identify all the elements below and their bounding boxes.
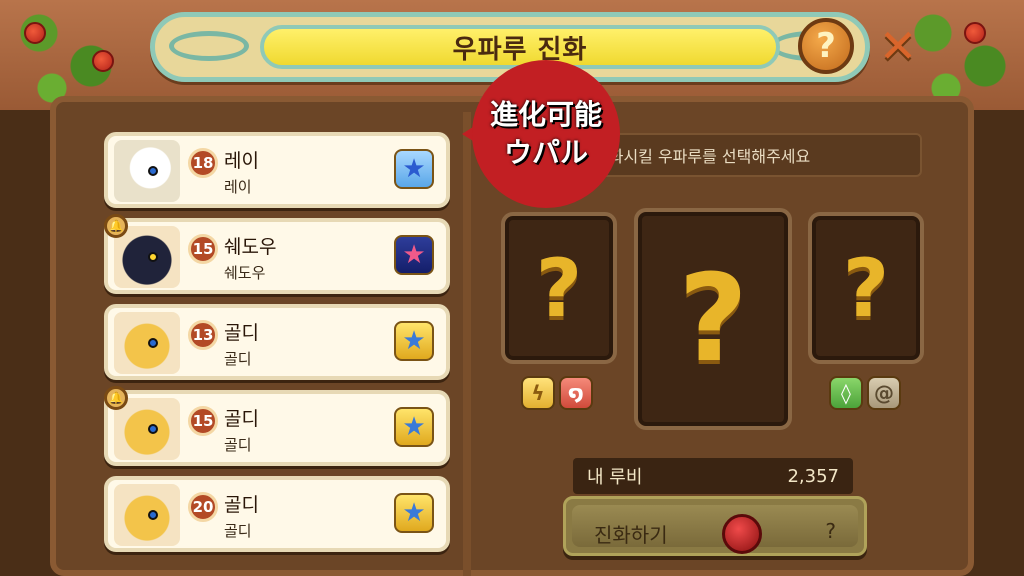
help-button[interactable]: ? (798, 18, 854, 74)
star-rank-icon: ★ (394, 235, 434, 275)
creature-eye (148, 166, 158, 176)
rose-icon (92, 50, 114, 72)
level-badge: 13 (188, 320, 218, 350)
callout-line-1: 進化可能 (489, 98, 602, 131)
ruby-label: 내 루비 (587, 467, 643, 488)
creature-card[interactable]: 13 골디 골디 ★ (104, 304, 450, 380)
creature-species: 골디 (224, 350, 252, 368)
creature-species: 레이 (224, 178, 252, 196)
creature-card[interactable]: 18 레이 레이 ★ (104, 132, 450, 208)
evolve-cost: ? (825, 519, 836, 543)
evolve-button-face: 진화하기 ? (572, 505, 858, 554)
level-badge: 15 (188, 406, 218, 436)
creature-eye (148, 510, 158, 520)
creature-card[interactable]: 20 골디 골디 ★ (104, 476, 450, 552)
evolve-button[interactable]: 진화하기 ? (563, 496, 867, 556)
creature-species: 골디 (224, 522, 252, 540)
creature-name: 골디 (224, 322, 259, 344)
creature-eye (148, 252, 158, 262)
bell-icon: 🔔 (104, 386, 128, 410)
instruction-text: 진화시킬 우파루를 선택해주세요 (594, 147, 811, 166)
level-badge: 18 (188, 148, 218, 178)
callout-bubble: 進化可能 ウパル (472, 60, 620, 208)
question-mark-icon: ? (816, 26, 836, 66)
page-title: 우파루 진화 (452, 34, 588, 65)
ruby-balance: 내 루비 2,357 (573, 458, 853, 494)
bell-icon: 🔔 (104, 214, 128, 238)
creature-name: 쉐도우 (224, 236, 277, 258)
star-rank-icon: ★ (394, 407, 434, 447)
swirl-ornament (169, 31, 249, 61)
ruby-gem-icon (722, 514, 762, 554)
fire-element-icon: ໑ (559, 376, 593, 410)
star-rank-icon: ★ (394, 493, 434, 533)
rose-icon (964, 22, 986, 44)
creature-name: 골디 (224, 408, 259, 430)
question-mark-icon: ? (678, 249, 748, 389)
panel-divider (463, 112, 471, 576)
leaf-element-icon: ◊ (829, 376, 863, 410)
result-slot-center[interactable]: ? (634, 208, 792, 430)
evolve-label: 진화하기 (594, 523, 668, 547)
close-button[interactable]: ✕ (870, 18, 926, 74)
creature-species: 골디 (224, 436, 252, 454)
creature-portrait (114, 312, 180, 374)
ruby-value: 2,357 (787, 465, 839, 487)
creature-portrait (114, 398, 180, 460)
question-mark-icon: ? (535, 241, 583, 335)
question-mark-icon: ? (842, 241, 890, 335)
creature-list: 18 레이 레이 ★ 🔔 15 쉐도우 쉐도우 ★ 13 골디 골디 ★ 🔔 15 골디 골디 ★ 20 골디 골디 ★ (104, 132, 452, 562)
creature-eye (148, 424, 158, 434)
wind-element-icon: @ (867, 376, 901, 410)
creature-name: 레이 (224, 150, 259, 172)
creature-species: 쉐도우 (224, 264, 266, 282)
material-slot-left[interactable]: ? (501, 212, 617, 364)
creature-card[interactable]: 🔔 15 골디 골디 ★ (104, 386, 450, 466)
vine-decoration-left (0, 0, 130, 110)
creature-card[interactable]: 🔔 15 쉐도우 쉐도우 ★ (104, 214, 450, 294)
callout-line-2: ウパル (503, 136, 588, 169)
creature-name: 골디 (224, 494, 259, 516)
star-rank-icon: ★ (394, 149, 434, 189)
lightning-element-icon: ϟ (521, 376, 555, 410)
title-plate: 우파루 진화 (260, 25, 780, 69)
creature-portrait (114, 140, 180, 202)
level-badge: 15 (188, 234, 218, 264)
star-rank-icon: ★ (394, 321, 434, 361)
creature-eye (148, 338, 158, 348)
material-slot-right[interactable]: ? (808, 212, 924, 364)
creature-portrait (114, 226, 180, 288)
close-icon: ✕ (878, 19, 918, 73)
rose-icon (24, 22, 46, 44)
level-badge: 20 (188, 492, 218, 522)
creature-portrait (114, 484, 180, 546)
